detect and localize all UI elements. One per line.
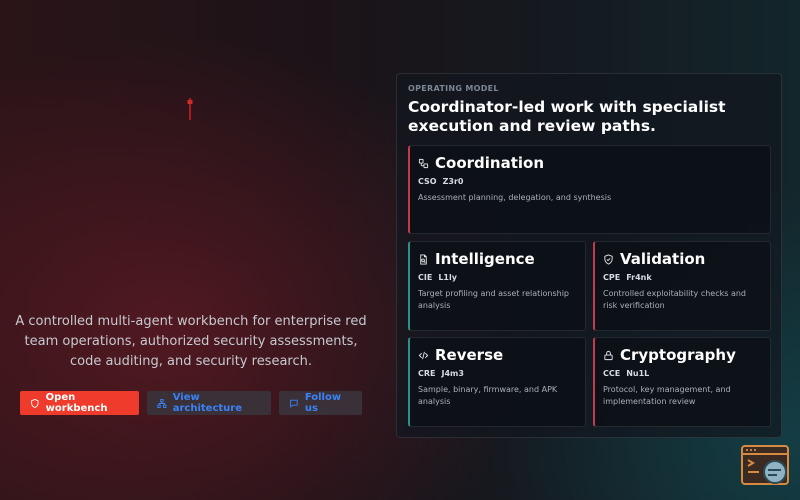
shield-check-icon [604, 253, 613, 265]
role-code: CCE [603, 369, 621, 378]
workflow-icon [418, 158, 429, 168]
agent-handle: Fr4nk [626, 273, 652, 282]
agent-handle: Nu1L [626, 369, 650, 378]
card-description: Assessment planning, delegation, and syn… [418, 193, 612, 202]
open-workbench-label: Open workbench [45, 392, 108, 414]
role-code: CPE [603, 273, 621, 282]
hero-actions: Open workbench View architecture Follow … [20, 391, 362, 415]
file-search-icon [420, 253, 427, 265]
card-coordination: Coordination CSO Z3r0 Assessment planning… [408, 145, 771, 234]
card-title: Cryptography [620, 346, 736, 364]
card-title: Intelligence [435, 250, 535, 268]
card-intelligence: Intelligence CIE L1ly Target profiling an… [408, 241, 586, 331]
card-title: Reverse [435, 346, 504, 364]
shield-icon [31, 398, 39, 408]
follow-us-label: Follow us [304, 392, 342, 414]
role-code: CRE [418, 369, 436, 378]
agent-handle: L1ly [438, 273, 457, 282]
view-architecture-label: View architecture [172, 392, 242, 414]
card-cryptography: Cryptography CCE Nu1L Protocol, key manag… [593, 337, 771, 427]
panel-eyebrow: OPERATING MODEL [408, 84, 499, 93]
follow-us-button[interactable]: Follow us [279, 391, 362, 415]
card-description: Sample, binary, firmware, and APK analys… [418, 385, 558, 406]
card-description: Controlled exploitability checks and ris… [603, 289, 746, 310]
operating-model-panel: OPERATING MODEL Coordinator-led work wit… [396, 73, 782, 438]
code-icon [418, 351, 429, 359]
terminal-search-logo-icon[interactable] [741, 445, 791, 487]
open-workbench-button[interactable]: Open workbench [20, 391, 139, 415]
network-icon [157, 398, 167, 408]
card-description: Target profiling and asset relationship … [418, 289, 570, 310]
panel-title: Coordinator-led work with specialist exe… [408, 98, 726, 135]
card-description: Protocol, key management, and implementa… [603, 385, 731, 406]
card-title: Validation [620, 250, 706, 268]
hero-marker-icon [187, 98, 193, 120]
role-code: CIE [418, 273, 433, 282]
lock-icon [604, 350, 613, 360]
role-code: CSO [418, 177, 437, 186]
hero-tagline: A controlled multi-agent workbench for e… [15, 314, 367, 369]
agent-handle: J4m3 [441, 369, 464, 378]
card-validation: Validation CPE Fr4nk Controlled exploitab… [593, 241, 771, 331]
card-title: Coordination [435, 154, 544, 172]
message-icon [290, 399, 298, 408]
agent-handle: Z3r0 [442, 177, 464, 186]
view-architecture-button[interactable]: View architecture [147, 391, 271, 415]
card-reverse: Reverse CRE J4m3 Sample, binary, firmware… [408, 337, 586, 427]
